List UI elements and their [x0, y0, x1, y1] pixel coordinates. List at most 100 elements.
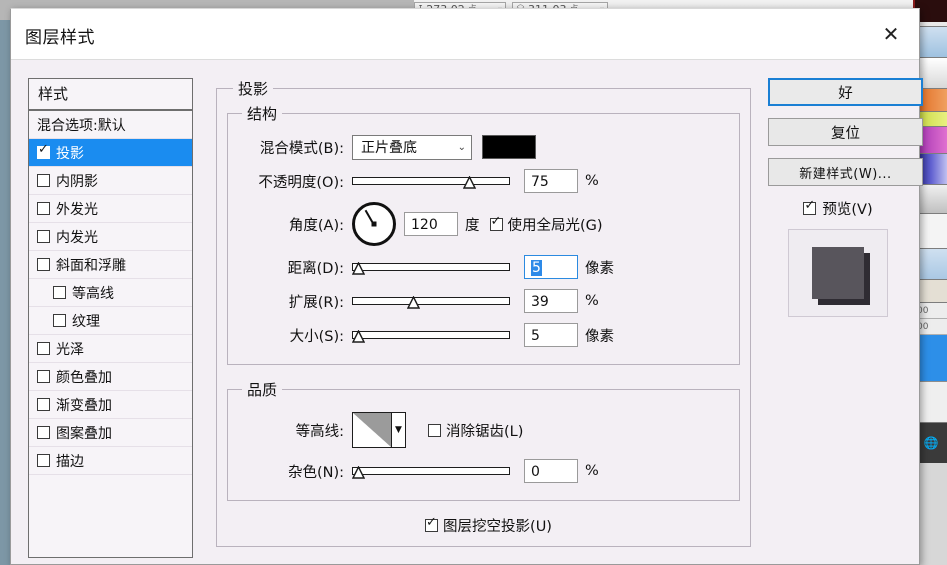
structure-group-title: 结构	[247, 105, 278, 123]
style-row-pattern-overlay[interactable]: 图案叠加	[29, 419, 192, 447]
size-input[interactable]: 5	[524, 323, 578, 347]
distance-unit: 像素	[585, 260, 614, 277]
style-row-bevel-emboss[interactable]: 斜面和浮雕	[29, 251, 192, 279]
chevron-down-icon[interactable]: ▼	[392, 413, 405, 447]
preview-label: 预览(V)	[822, 202, 873, 218]
angle-row: 角度(A): 120 度 使用全局光(G)	[236, 198, 731, 250]
style-row-contour[interactable]: 等高线	[29, 279, 192, 307]
size-unit: 像素	[585, 328, 614, 345]
style-row-satin[interactable]: 光泽	[29, 335, 192, 363]
style-label: 等高线	[72, 285, 114, 302]
ok-button[interactable]: 好	[768, 78, 923, 106]
angle-dial-hub	[371, 221, 377, 227]
style-row-outer-glow[interactable]: 外发光	[29, 195, 192, 223]
styles-panel: 样式 混合选项:默认 投影 内阴影 外发光 内发	[28, 78, 193, 558]
style-label: 渐变叠加	[56, 397, 112, 414]
checkbox-knockout[interactable]	[425, 516, 439, 532]
use-global-light-label: 使用全局光(G)	[507, 217, 603, 234]
noise-slider[interactable]	[352, 464, 510, 479]
knockout-row: 图层挖空投影(U)	[227, 515, 740, 536]
distance-slider-thumb[interactable]	[352, 262, 365, 275]
checkbox-bevel-emboss[interactable]	[37, 258, 50, 271]
size-slider-thumb[interactable]	[352, 330, 365, 343]
checkbox-inner-glow[interactable]	[37, 230, 50, 243]
style-row-texture[interactable]: 纹理	[29, 307, 192, 335]
knockout-checkbox[interactable]: 图层挖空投影(U)	[425, 515, 552, 536]
size-slider-track	[352, 331, 510, 339]
opacity-label: 不透明度(O):	[258, 174, 344, 191]
reset-button[interactable]: 复位	[768, 118, 923, 146]
close-icon[interactable]: ✕	[869, 17, 913, 51]
size-slider[interactable]	[352, 328, 510, 343]
dialog-title: 图层样式	[25, 28, 95, 48]
blend-mode-value: 正片叠底	[361, 140, 417, 156]
checkbox-antialias[interactable]	[428, 423, 441, 437]
checkbox-texture[interactable]	[53, 314, 66, 327]
dialog-body: 样式 混合选项:默认 投影 内阴影 外发光 内发	[11, 60, 923, 565]
checkbox-contour[interactable]	[53, 286, 66, 299]
blend-mode-label: 混合模式(B):	[259, 140, 344, 157]
spread-slider-thumb[interactable]	[407, 296, 420, 309]
checkbox-color-overlay[interactable]	[37, 370, 50, 383]
distance-slider[interactable]	[352, 260, 510, 275]
quality-group-title: 品质	[247, 381, 278, 399]
contour-swatch-icon[interactable]: ▼	[352, 412, 406, 448]
use-global-light-checkbox[interactable]: 使用全局光(G)	[489, 214, 603, 235]
contour-preview	[353, 413, 392, 447]
blending-options-row[interactable]: 混合选项:默认	[29, 111, 192, 139]
style-row-inner-glow[interactable]: 内发光	[29, 223, 192, 251]
distance-label: 距离(D):	[287, 260, 344, 277]
checkbox-inner-shadow[interactable]	[37, 174, 50, 187]
angle-unit: 度	[465, 217, 480, 234]
angle-input[interactable]: 120	[404, 212, 458, 236]
style-row-stroke[interactable]: 描边	[29, 447, 192, 475]
antialias-label: 消除锯齿(L)	[446, 423, 524, 440]
noise-label: 杂色(N):	[287, 464, 344, 481]
spread-slider[interactable]	[352, 294, 510, 309]
checkbox-global-light[interactable]	[489, 215, 503, 231]
opacity-row: 不透明度(O): 75 %	[236, 164, 731, 198]
opacity-input[interactable]: 75	[524, 169, 578, 193]
distance-input[interactable]: 5	[524, 255, 578, 279]
checkbox-satin[interactable]	[37, 342, 50, 355]
opacity-slider[interactable]	[352, 174, 510, 189]
distance-value: 5	[531, 260, 542, 276]
checkbox-outer-glow[interactable]	[37, 202, 50, 215]
style-label: 描边	[56, 453, 84, 470]
opacity-slider-thumb[interactable]	[463, 176, 476, 189]
shadow-color-swatch[interactable]	[482, 135, 536, 159]
drop-shadow-group-title: 投影	[238, 80, 269, 98]
style-row-color-overlay[interactable]: 颜色叠加	[29, 363, 192, 391]
opacity-unit: %	[585, 173, 599, 189]
blending-options-label: 混合选项:默认	[37, 117, 126, 134]
structure-group: 结构 混合模式(B): 正片叠底 ⌄ 不透明度(O): 75 % 角度(A): …	[227, 103, 740, 365]
contour-label: 等高线:	[295, 423, 344, 440]
drop-shadow-group: 投影 结构 混合模式(B): 正片叠底 ⌄ 不透明度(O): 75 % 角度(A…	[216, 78, 751, 547]
blend-mode-select[interactable]: 正片叠底 ⌄	[352, 134, 472, 160]
preview-checkbox[interactable]: 预览(V)	[768, 198, 908, 219]
checkbox-preview[interactable]	[803, 199, 817, 215]
styles-panel-header: 样式	[29, 79, 192, 111]
style-row-drop-shadow[interactable]: 投影	[29, 139, 192, 167]
spread-input[interactable]: 39	[524, 289, 578, 313]
chevron-down-icon: ⌄	[457, 141, 466, 153]
style-label: 斜面和浮雕	[56, 257, 126, 274]
spread-row: 扩展(R): 39 %	[236, 284, 731, 318]
style-row-inner-shadow[interactable]: 内阴影	[29, 167, 192, 195]
layer-style-dialog: 图层样式 ✕ 样式 混合选项:默认 投影 内阴影	[10, 8, 923, 565]
noise-slider-thumb[interactable]	[352, 466, 365, 479]
checkbox-gradient-overlay[interactable]	[37, 398, 50, 411]
settings-area: 投影 结构 混合模式(B): 正片叠底 ⌄ 不透明度(O): 75 % 角度(A…	[216, 78, 751, 558]
antialias-checkbox[interactable]: 消除锯齿(L)	[428, 420, 523, 441]
noise-unit: %	[585, 463, 599, 479]
style-row-gradient-overlay[interactable]: 渐变叠加	[29, 391, 192, 419]
checkbox-drop-shadow[interactable]	[37, 143, 50, 159]
spread-unit: %	[585, 293, 599, 309]
checkbox-pattern-overlay[interactable]	[37, 426, 50, 439]
opacity-slider-track	[352, 177, 510, 185]
angle-dial[interactable]	[352, 202, 396, 246]
noise-input[interactable]: 0	[524, 459, 578, 483]
angle-label: 角度(A):	[288, 217, 344, 234]
checkbox-stroke[interactable]	[37, 454, 50, 467]
new-style-button[interactable]: 新建样式(W)...	[768, 158, 923, 186]
